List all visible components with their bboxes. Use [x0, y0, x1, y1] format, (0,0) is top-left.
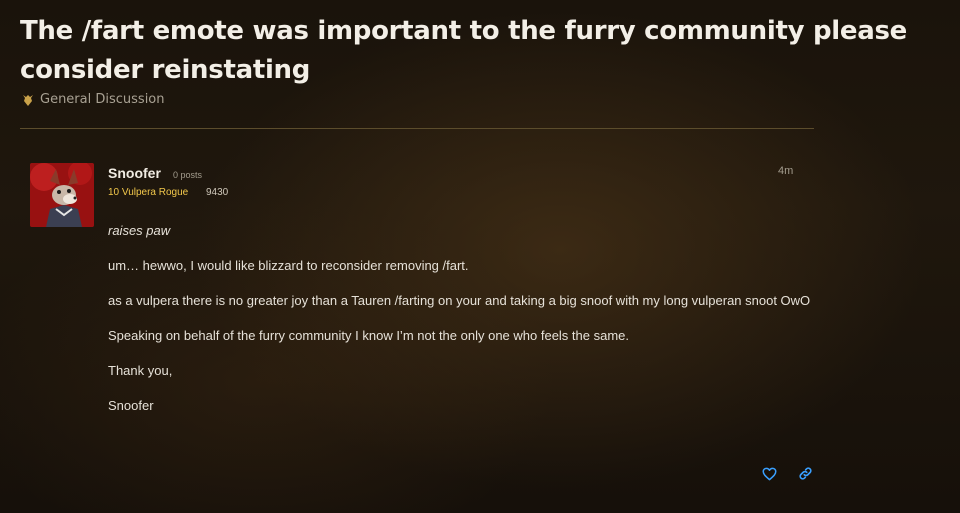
post-paragraph: as a vulpera there is no greater joy tha… — [108, 293, 811, 308]
category-label: General Discussion — [40, 92, 165, 107]
achievement-points: 9430 — [206, 187, 229, 198]
post-count: 0 posts — [173, 170, 203, 180]
topic-title: The /fart emote was important to the fur… — [20, 16, 908, 85]
link-icon[interactable] — [798, 466, 813, 481]
post-paragraph: Speaking on behalf of the furry communit… — [108, 328, 630, 343]
heart-icon[interactable] — [762, 467, 777, 481]
avatar[interactable] — [30, 163, 94, 227]
category-badge[interactable]: General Discussion — [21, 92, 165, 107]
divider — [20, 128, 814, 129]
post-paragraph: um… hewwo, I would like blizzard to reco… — [108, 258, 469, 273]
post-actions — [762, 466, 813, 481]
character-info[interactable]: 10 Vulpera Rogue — [108, 187, 188, 198]
post-author[interactable]: Snoofer — [108, 165, 161, 181]
post-body: raises paw um… hewwo, I would like blizz… — [108, 220, 818, 430]
post-paragraph: Snoofer — [108, 398, 154, 413]
post-paragraph: Thank you, — [108, 363, 173, 378]
post-time[interactable]: 4m — [778, 165, 793, 177]
horde-crest-icon — [21, 93, 35, 107]
post-paragraph: raises paw — [108, 223, 171, 238]
